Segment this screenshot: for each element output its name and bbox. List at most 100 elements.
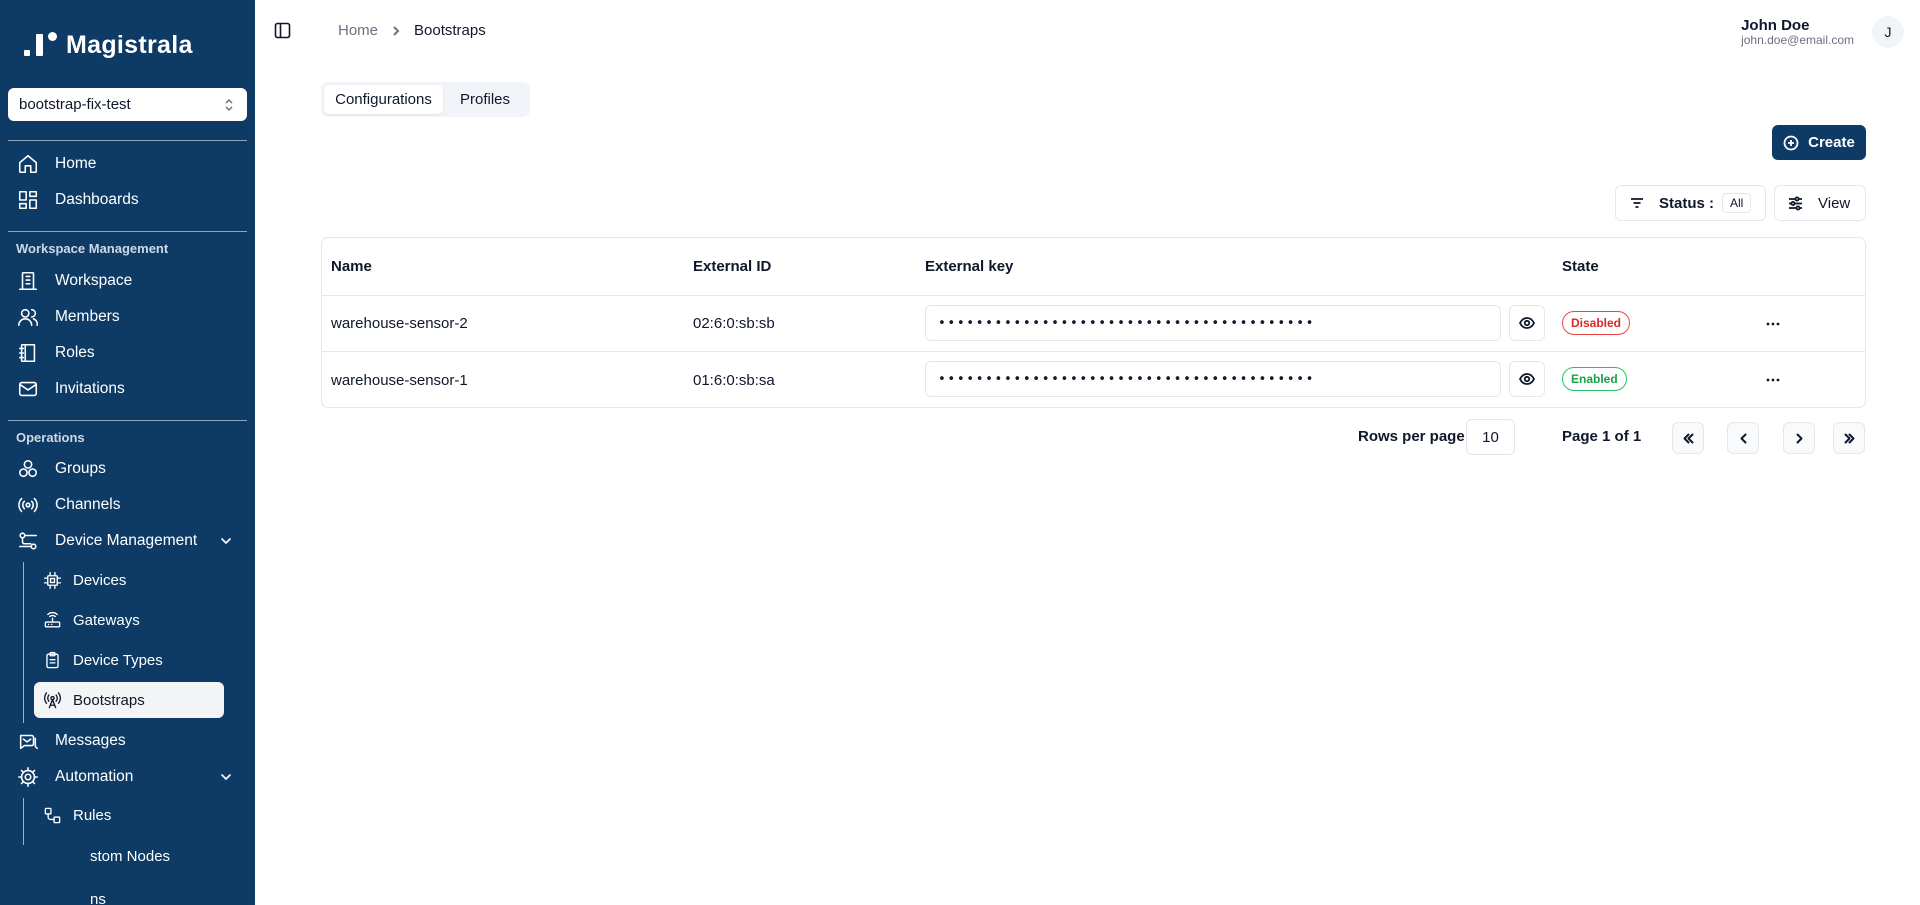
brand-logo[interactable]: Magistrala (22, 30, 193, 60)
sidebar-item-label: Dashboards (55, 191, 139, 208)
sidebar-item-dashboards[interactable]: Dashboards (8, 183, 247, 217)
show-key-button[interactable] (1509, 305, 1545, 341)
view-options-button[interactable]: View (1774, 185, 1866, 221)
status-filter-button[interactable]: Status : All (1615, 185, 1766, 221)
tab-profiles[interactable]: Profiles (443, 85, 527, 114)
book-icon (18, 343, 36, 363)
sidebar-item-label: Channels (55, 496, 121, 513)
sidebar-subitem-partial[interactable]: ns (70, 881, 255, 905)
users-icon (18, 308, 39, 327)
sidebar-subitem-devices[interactable]: Devices (34, 562, 224, 598)
table-row[interactable]: warehouse-sensor-1 01:6:0:sb:sa ••••••••… (322, 352, 1865, 408)
workspace-select[interactable]: bootstrap-fix-test (8, 88, 247, 121)
broadcast-icon (18, 497, 38, 513)
settings-sliders-icon (1789, 196, 1802, 210)
sidebar-item-groups[interactable]: Groups (8, 452, 247, 486)
sidebar-subitem-rules[interactable]: Rules (34, 797, 224, 833)
status-badge: Disabled (1562, 311, 1631, 335)
chevrons-right-icon (1844, 433, 1854, 443)
status-badge: Enabled (1562, 367, 1627, 391)
user-menu[interactable]: John Doe john.doe@email.com (1741, 18, 1854, 47)
filter-icon (1631, 198, 1643, 208)
column-header-external-key: External key (925, 258, 1014, 275)
sidebar-item-messages[interactable]: Messages (8, 724, 247, 758)
sidebar-item-invitations[interactable]: Invitations (8, 372, 247, 406)
workflow-icon (44, 807, 60, 823)
section-label-workspace-management: Workspace Management (16, 241, 169, 256)
more-horizontal-icon (1766, 378, 1780, 382)
sidebar-item-device-management[interactable]: Device Management (8, 524, 247, 558)
user-name: John Doe (1741, 17, 1810, 34)
show-key-button[interactable] (1509, 361, 1545, 397)
sidebar-subitem-label: stom Nodes (90, 847, 171, 865)
sidebar-item-members[interactable]: Members (8, 300, 247, 334)
sidebar: Magistrala bootstrap-fix-test Home Dashb… (0, 0, 255, 905)
sidebar-item-label: Home (55, 155, 97, 172)
cell-name: warehouse-sensor-1 (331, 371, 468, 389)
sidebar-subitem-label: Devices (73, 571, 127, 589)
column-header-name: Name (331, 258, 372, 275)
row-actions-button[interactable] (1762, 313, 1784, 335)
more-horizontal-icon (1766, 322, 1780, 326)
submenu-line (23, 798, 24, 845)
bootstraps-table: Name External ID External key State ware… (321, 237, 1866, 408)
first-page-button[interactable] (1672, 422, 1704, 454)
sidebar-item-automation[interactable]: Automation (8, 760, 247, 794)
dashboard-icon (18, 190, 38, 210)
chevron-right-icon (393, 25, 400, 36)
sidebar-item-home[interactable]: Home (8, 147, 247, 181)
previous-page-button[interactable] (1727, 422, 1759, 454)
create-button[interactable]: Create (1772, 125, 1866, 160)
table-row[interactable]: warehouse-sensor-2 02:6:0:sb:sb ••••••••… (322, 296, 1865, 352)
sidebar-item-workspace[interactable]: Workspace (8, 264, 247, 298)
create-button-label: Create (1808, 134, 1855, 151)
breadcrumb: Home Bootstraps (338, 22, 486, 39)
tabs: Configurations Profiles (321, 82, 530, 117)
row-actions-button[interactable] (1762, 369, 1784, 391)
sidebar-subitem-label: Device Types (73, 651, 163, 669)
app-root: Magistrala bootstrap-fix-test Home Dashb… (0, 0, 1920, 905)
eye-icon (1519, 373, 1535, 385)
sidebar-subitem-bootstraps[interactable]: Bootstraps (34, 682, 224, 718)
clipboard-icon (45, 651, 59, 668)
next-page-button[interactable] (1783, 422, 1815, 454)
cell-external-id: 02:6:0:sb:sb (693, 315, 775, 332)
external-key-field[interactable]: •••••••••••••••••••••••••••••••••••••••• (925, 361, 1501, 397)
sidebar-subitem-label: Gateways (73, 611, 140, 629)
sidebar-subitem-gateways[interactable]: Gateways (34, 602, 224, 638)
status-filter-label: Status : (1659, 194, 1715, 212)
sidebar-item-label: Members (55, 308, 120, 325)
column-header-external-id: External ID (693, 258, 772, 275)
external-key-field[interactable]: •••••••••••••••••••••••••••••••••••••••• (925, 305, 1501, 341)
messages-icon (19, 734, 38, 750)
avatar[interactable]: J (1872, 16, 1904, 48)
sidebar-subitem-device-types[interactable]: Device Types (34, 642, 224, 678)
sidebar-item-label: Messages (55, 732, 126, 749)
eye-icon (1519, 317, 1535, 329)
chevrons-left-icon (1683, 433, 1693, 443)
sidebar-divider (8, 420, 247, 421)
sidebar-item-label: Roles (55, 344, 95, 361)
cpu-icon (43, 571, 61, 589)
panel-left-icon (274, 22, 291, 39)
rows-per-page-select[interactable]: 10 (1466, 419, 1515, 455)
last-page-button[interactable] (1833, 422, 1865, 454)
cell-name: warehouse-sensor-2 (331, 315, 468, 332)
table-header-row: Name External ID External key State (322, 238, 1865, 296)
logo-mark-icon (22, 30, 60, 60)
submenu-line (23, 562, 24, 723)
sidebar-subitem-custom-nodes[interactable]: stom Nodes (70, 838, 255, 874)
breadcrumb-home-link[interactable]: Home (338, 22, 378, 39)
tab-configurations[interactable]: Configurations (324, 85, 443, 114)
antenna-icon (43, 691, 61, 708)
sidebar-toggle-button[interactable] (274, 22, 291, 39)
breadcrumb-current: Bootstraps (414, 22, 486, 39)
page-info: Page 1 of 1 (1562, 428, 1642, 445)
sidebar-item-channels[interactable]: Channels (8, 488, 247, 522)
status-filter-value: All (1722, 193, 1752, 213)
router-icon (44, 611, 60, 628)
sidebar-item-roles[interactable]: Roles (8, 336, 247, 370)
sidebar-item-label: Invitations (55, 380, 125, 397)
sidebar-divider (8, 140, 247, 141)
chevrons-up-down-icon (225, 98, 233, 112)
